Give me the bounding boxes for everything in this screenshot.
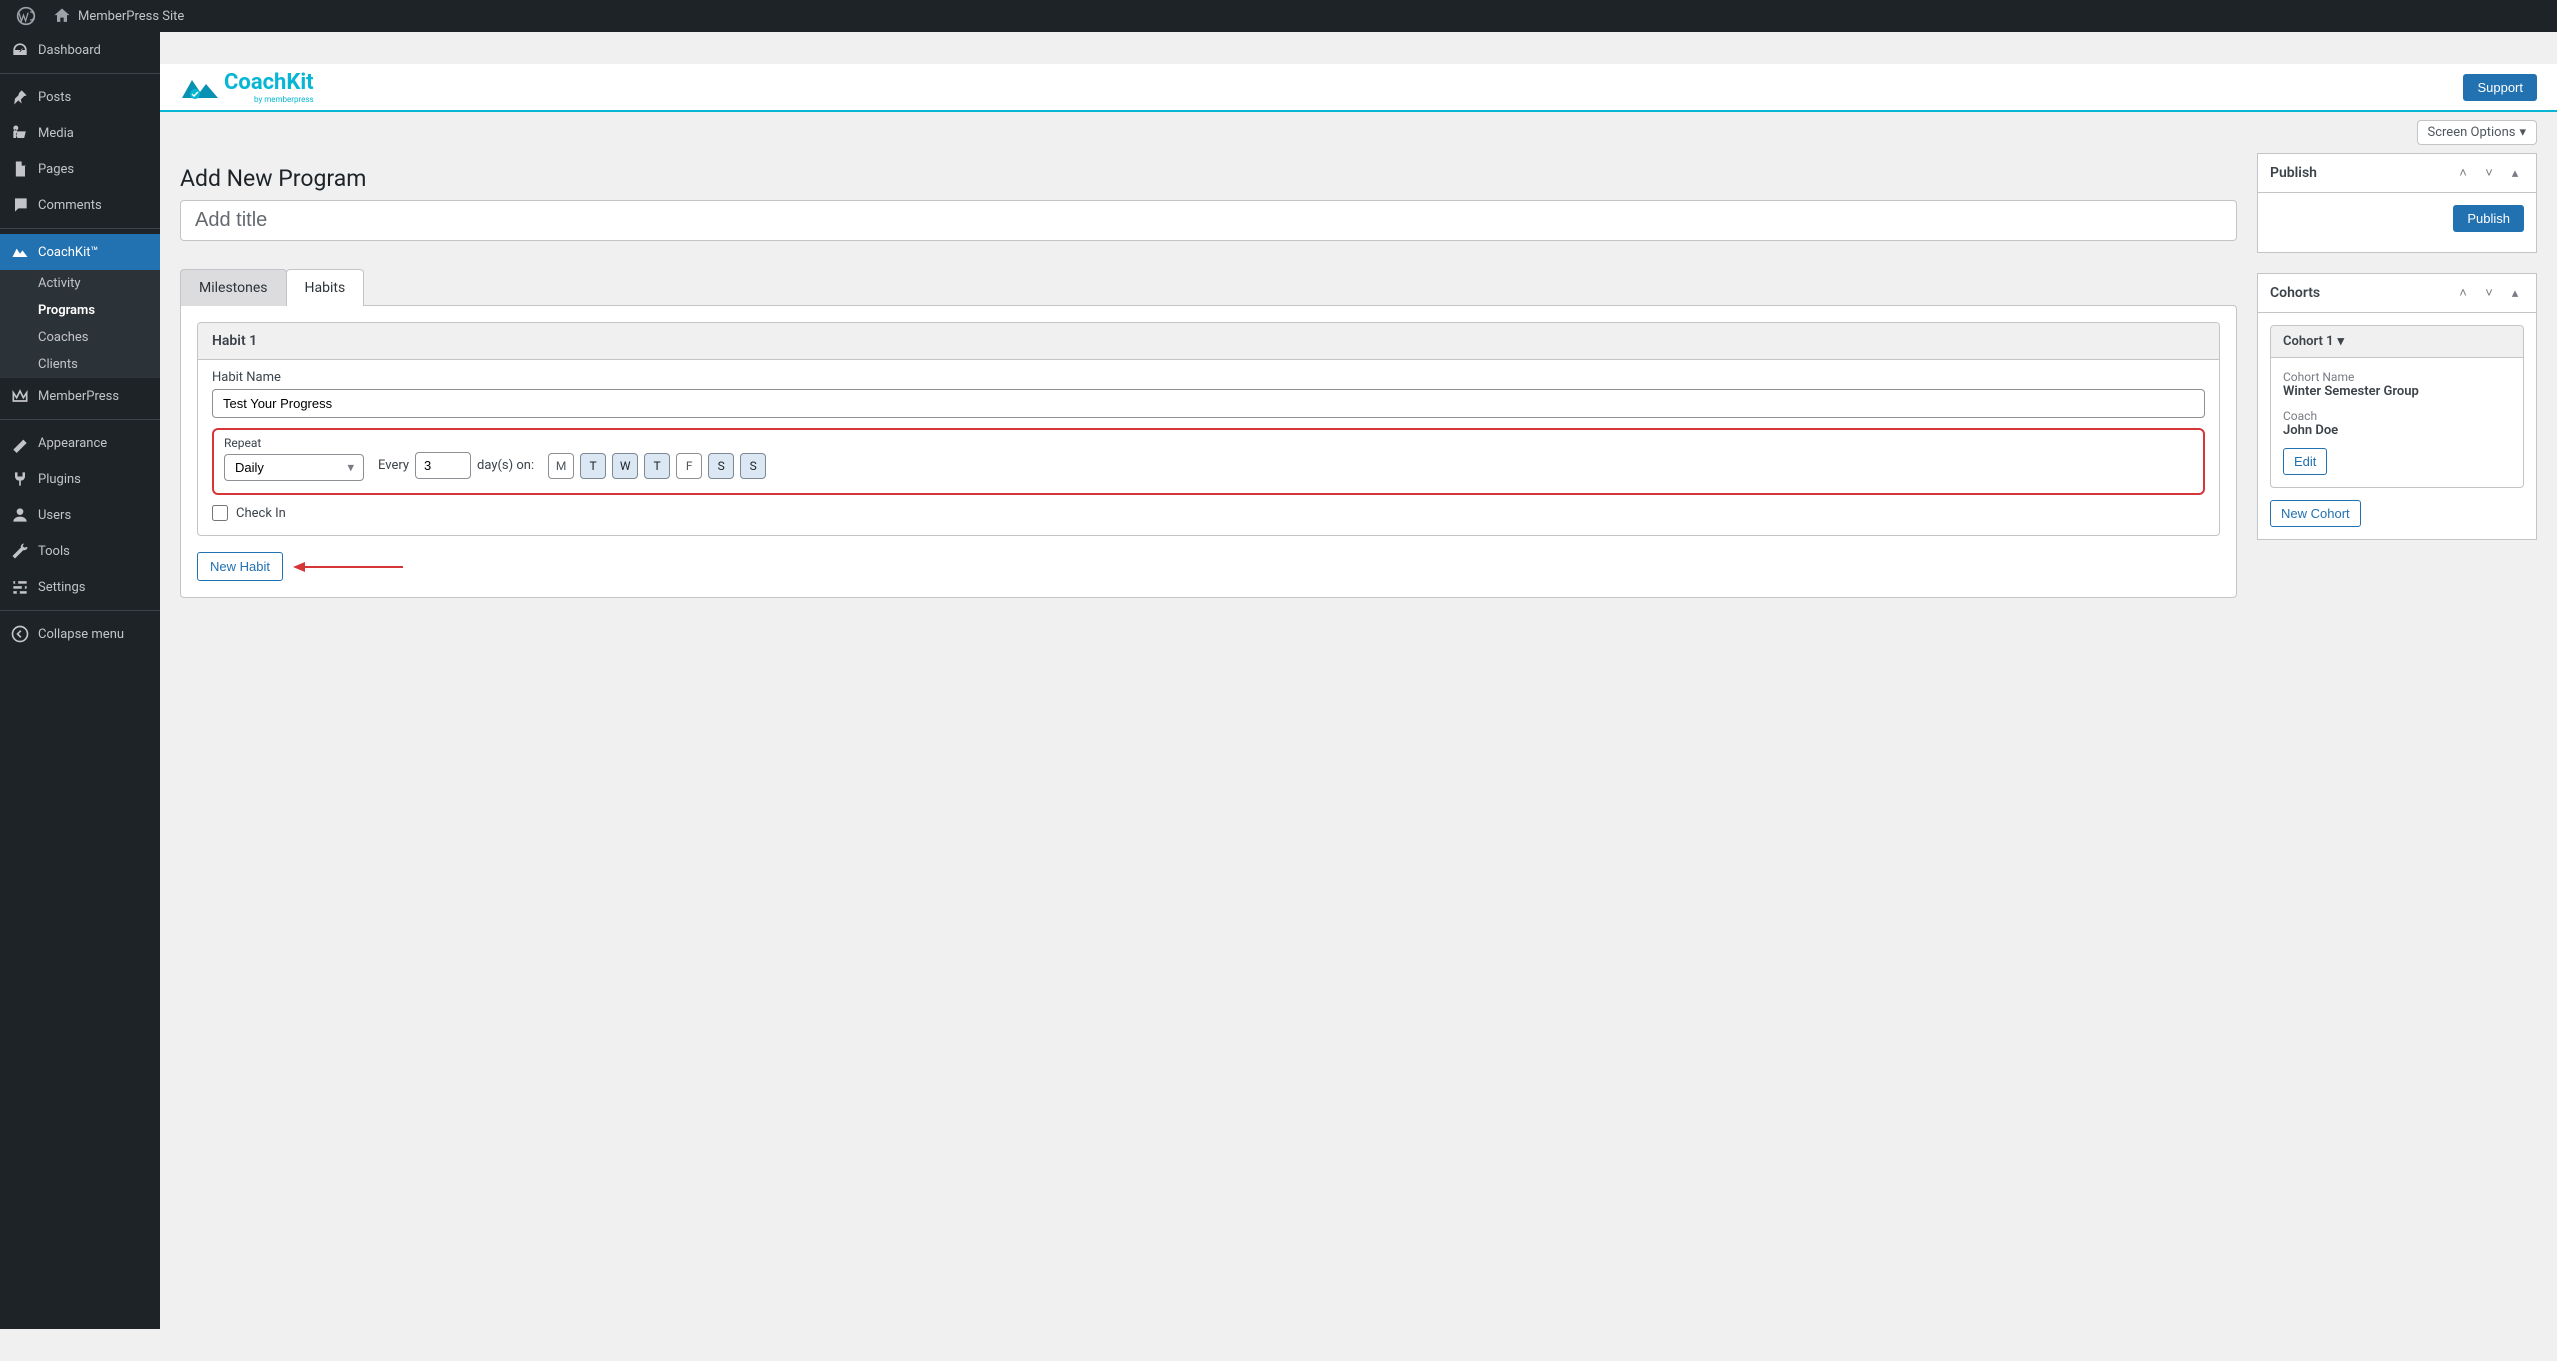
repeat-label: Repeat	[224, 436, 364, 450]
day-toggle-3[interactable]: T	[644, 453, 670, 479]
users-icon	[10, 505, 30, 525]
sidebar-item-media[interactable]: Media	[0, 115, 160, 151]
collapse-icon	[10, 624, 30, 644]
media-icon	[10, 123, 30, 143]
day-toggle-5[interactable]: S	[708, 453, 734, 479]
sidebar-item-comments[interactable]: Comments	[0, 187, 160, 223]
brand-bar: CoachKit by memberpress Support	[160, 64, 2557, 112]
pin-icon	[10, 87, 30, 107]
submenu-programs[interactable]: Programs	[0, 297, 160, 324]
site-link[interactable]: MemberPress Site	[44, 0, 192, 32]
publish-button[interactable]: Publish	[2453, 205, 2524, 232]
cohorts-title: Cohorts	[2270, 285, 2320, 301]
chevron-down-icon: ▾	[2338, 334, 2345, 349]
day-toggle-6[interactable]: S	[740, 453, 766, 479]
day-toggle-4[interactable]: F	[676, 453, 702, 479]
every-label: Every	[378, 458, 409, 473]
sidebar-item-coachkit[interactable]: CoachKit™	[0, 234, 160, 270]
move-up-icon[interactable]: ˄	[2454, 284, 2472, 302]
checkin-checkbox[interactable]	[212, 505, 228, 521]
main-content: CoachKit by memberpress Support Screen O…	[160, 64, 2557, 1361]
publish-title: Publish	[2270, 165, 2317, 181]
toggle-panel-icon[interactable]: ▴	[2506, 284, 2524, 302]
coach-label: Coach	[2283, 409, 2511, 423]
tab-milestones[interactable]: Milestones	[180, 269, 287, 306]
page-heading: Add New Program	[180, 165, 2237, 192]
comments-icon	[10, 195, 30, 215]
repeat-highlight-box: Repeat Daily Every	[212, 428, 2205, 495]
screen-options-toggle[interactable]: Screen Options ▾	[2417, 120, 2538, 145]
habit-tabs: Milestones Habits	[180, 269, 2237, 306]
support-button[interactable]: Support	[2463, 74, 2537, 101]
day-selector: MTWTFSS	[548, 453, 766, 481]
pages-icon	[10, 159, 30, 179]
tools-icon	[10, 541, 30, 561]
move-up-icon[interactable]: ˄	[2454, 164, 2472, 182]
cohort-name-label: Cohort Name	[2283, 370, 2511, 384]
admin-bar: MemberPress Site	[0, 0, 2557, 32]
new-cohort-button[interactable]: New Cohort	[2270, 500, 2361, 527]
admin-sidebar: Dashboard Posts Media Pages Comments Coa…	[0, 32, 160, 1329]
sidebar-item-settings[interactable]: Settings	[0, 569, 160, 605]
every-input[interactable]	[415, 452, 471, 479]
coachkit-logo: CoachKit by memberpress	[180, 70, 314, 104]
memberpress-icon	[10, 386, 30, 406]
submenu-coaches[interactable]: Coaches	[0, 324, 160, 351]
appearance-icon	[10, 433, 30, 453]
sidebar-item-memberpress[interactable]: MemberPress	[0, 378, 160, 414]
home-icon	[52, 6, 72, 26]
publish-box: Publish ˄ ˅ ▴ Publish	[2257, 153, 2537, 253]
cohort-card-toggle[interactable]: Cohort 1 ▾	[2271, 326, 2523, 358]
dashboard-icon	[10, 40, 30, 60]
sidebar-item-tools[interactable]: Tools	[0, 533, 160, 569]
tab-habits[interactable]: Habits	[286, 269, 365, 306]
cohorts-box: Cohorts ˄ ˅ ▴ Cohort 1 ▾ Cohort	[2257, 273, 2537, 540]
site-name: MemberPress Site	[78, 9, 184, 24]
settings-icon	[10, 577, 30, 597]
checkin-label: Check In	[236, 506, 286, 521]
coachkit-submenu: Activity Programs Coaches Clients	[0, 270, 160, 378]
cohort-card: Cohort 1 ▾ Cohort Name Winter Semester G…	[2270, 325, 2524, 488]
chevron-down-icon: ▾	[2519, 125, 2526, 140]
sidebar-item-dashboard[interactable]: Dashboard	[0, 32, 160, 68]
new-habit-button[interactable]: New Habit	[197, 552, 283, 581]
habit-name-label: Habit Name	[212, 370, 2205, 385]
day-toggle-1[interactable]: T	[580, 453, 606, 479]
submenu-activity[interactable]: Activity	[0, 270, 160, 297]
program-title-input[interactable]	[180, 200, 2237, 241]
toggle-panel-icon[interactable]: ▴	[2506, 164, 2524, 182]
plugins-icon	[10, 469, 30, 489]
day-toggle-2[interactable]: W	[612, 453, 638, 479]
coachkit-icon	[10, 242, 30, 262]
days-on-label: day(s) on:	[477, 458, 534, 473]
sidebar-item-users[interactable]: Users	[0, 497, 160, 533]
wp-logo[interactable]	[8, 0, 44, 32]
sidebar-item-collapse[interactable]: Collapse menu	[0, 616, 160, 652]
edit-cohort-button[interactable]: Edit	[2283, 448, 2327, 475]
cohort-name-value: Winter Semester Group	[2283, 384, 2511, 399]
repeat-select[interactable]: Daily	[224, 454, 364, 481]
sidebar-item-pages[interactable]: Pages	[0, 151, 160, 187]
coach-value: John Doe	[2283, 423, 2511, 438]
coachkit-logo-icon	[180, 72, 220, 102]
sidebar-item-appearance[interactable]: Appearance	[0, 425, 160, 461]
day-toggle-0[interactable]: M	[548, 453, 574, 479]
habit-name-input[interactable]	[212, 389, 2205, 418]
habits-panel: Habit 1 Habit Name Repeat	[180, 305, 2237, 598]
sidebar-item-plugins[interactable]: Plugins	[0, 461, 160, 497]
move-down-icon[interactable]: ˅	[2480, 284, 2498, 302]
habit-card-title[interactable]: Habit 1	[198, 323, 2219, 360]
submenu-clients[interactable]: Clients	[0, 351, 160, 378]
sidebar-item-posts[interactable]: Posts	[0, 79, 160, 115]
move-down-icon[interactable]: ˅	[2480, 164, 2498, 182]
annotation-arrow	[293, 560, 403, 574]
habit-card: Habit 1 Habit Name Repeat	[197, 322, 2220, 536]
